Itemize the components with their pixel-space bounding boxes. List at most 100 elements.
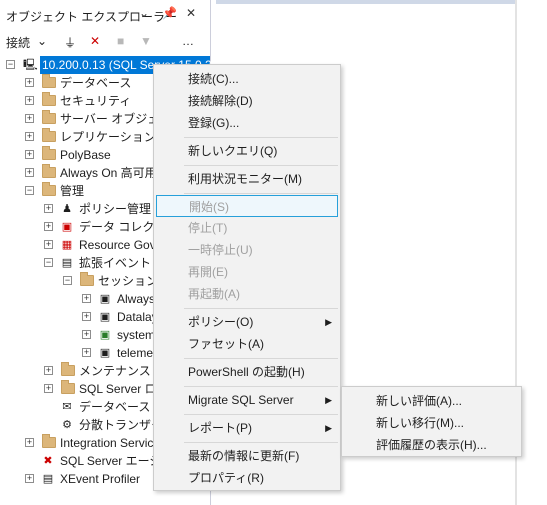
- session-icon: ▣: [99, 293, 111, 305]
- folder-icon: [42, 182, 56, 196]
- menu-item-pause[interactable]: 一時停止(U): [156, 239, 338, 261]
- policy-icon: ♟: [62, 203, 72, 215]
- folder-icon: [42, 110, 56, 124]
- plug-icon[interactable]: ⏚: [64, 34, 76, 51]
- folder-icon: [61, 380, 75, 394]
- more-button[interactable]: …: [182, 34, 194, 48]
- menu-separator: [184, 165, 338, 166]
- menu-item-disconnect[interactable]: 接続解除(D): [156, 90, 338, 112]
- document-area-top: [216, 0, 516, 4]
- server-icon: 🖳: [23, 59, 38, 71]
- menu-item-register[interactable]: 登録(G)...: [156, 112, 338, 134]
- tree-node-label: PolyBase: [60, 148, 111, 162]
- collapse-icon[interactable]: −: [63, 276, 72, 285]
- close-icon[interactable]: ✕: [186, 6, 196, 20]
- menu-item-stop[interactable]: 停止(T): [156, 217, 338, 239]
- menu-separator: [184, 414, 338, 415]
- menu-separator: [184, 193, 338, 194]
- submenu-arrow-icon: ▶: [325, 423, 332, 433]
- expand-icon[interactable]: +: [25, 168, 34, 177]
- expand-icon[interactable]: +: [25, 474, 34, 483]
- expand-icon[interactable]: +: [44, 366, 53, 375]
- expand-icon[interactable]: +: [44, 204, 53, 213]
- database-mail-icon: ✉: [62, 401, 72, 413]
- expand-icon[interactable]: +: [25, 150, 34, 159]
- chevron-down-icon[interactable]: ⌄: [139, 6, 149, 20]
- collapse-icon[interactable]: −: [25, 186, 34, 195]
- menu-item-label: レポート(P): [188, 421, 252, 435]
- folder-icon: [42, 146, 56, 160]
- menu-item-powershell[interactable]: PowerShell の起動(H): [156, 361, 338, 383]
- panel-toolbar: 接続 ⌄ ⏚ ✕ ■ ▼ …: [0, 30, 211, 54]
- folder-icon: [42, 164, 56, 178]
- submenu-item-new-assessment[interactable]: 新しい評価(A)...: [344, 390, 519, 412]
- expand-icon[interactable]: +: [82, 330, 91, 339]
- folder-icon: [61, 362, 75, 376]
- expand-icon[interactable]: +: [82, 312, 91, 321]
- tree-node-label: レプリケーション: [60, 130, 156, 144]
- extended-events-icon: ▤: [61, 257, 73, 269]
- distributed-transaction-icon: ⚙: [62, 419, 72, 431]
- menu-separator: [184, 386, 338, 387]
- submenu-item-assessment-history[interactable]: 評価履歴の表示(H)...: [344, 434, 519, 456]
- menu-item-refresh[interactable]: 最新の情報に更新(F): [156, 445, 338, 467]
- tree-node-label: データベース: [60, 76, 132, 90]
- chevron-down-icon[interactable]: ⌄: [37, 34, 47, 48]
- panel-title: オブジェクト エクスプローラー: [6, 10, 177, 24]
- stop-icon[interactable]: ■: [117, 34, 124, 48]
- xevent-profiler-icon: ▤: [42, 473, 54, 485]
- collapse-icon[interactable]: −: [6, 60, 15, 69]
- menu-item-connect[interactable]: 接続(C)...: [156, 68, 338, 90]
- resource-governor-icon: ▦: [61, 239, 73, 251]
- menu-separator: [184, 358, 338, 359]
- expand-icon[interactable]: +: [25, 438, 34, 447]
- expand-icon[interactable]: +: [25, 132, 34, 141]
- folder-icon: [80, 272, 94, 286]
- expand-icon[interactable]: +: [44, 222, 53, 231]
- expand-icon[interactable]: +: [25, 78, 34, 87]
- menu-item-facets[interactable]: ファセット(A): [156, 333, 338, 355]
- session-icon: ▣: [99, 329, 111, 341]
- data-collection-icon: ▣: [61, 221, 73, 233]
- tree-node-label: セキュリティ: [60, 94, 132, 108]
- agent-icon: ✖: [43, 455, 53, 467]
- menu-item-label: ポリシー(O): [188, 315, 254, 329]
- disconnect-icon[interactable]: ✕: [90, 34, 100, 48]
- folder-icon: [42, 434, 56, 448]
- tree-node-label: 管理: [60, 184, 85, 198]
- migrate-submenu: 新しい評価(A)... 新しい移行(M)... 評価履歴の表示(H)...: [341, 386, 522, 457]
- menu-item-start[interactable]: 開始(S): [156, 195, 338, 217]
- collapse-icon[interactable]: −: [44, 258, 53, 267]
- menu-item-new-query[interactable]: 新しいクエリ(Q): [156, 140, 338, 162]
- expand-icon[interactable]: +: [82, 294, 91, 303]
- submenu-item-new-migration[interactable]: 新しい移行(M)...: [344, 412, 519, 434]
- menu-item-restart[interactable]: 再起動(A): [156, 283, 338, 305]
- expand-icon[interactable]: +: [82, 348, 91, 357]
- menu-item-reports[interactable]: レポート(P) ▶: [156, 417, 338, 439]
- tree-node-label: XEvent Profiler: [60, 472, 141, 486]
- folder-icon: [42, 74, 56, 88]
- menu-item-label: Migrate SQL Server: [188, 393, 294, 407]
- menu-item-activity-monitor[interactable]: 利用状況モニター(M): [156, 168, 338, 190]
- tree-node-label: 拡張イベント: [79, 256, 152, 270]
- filter-icon[interactable]: ▼: [140, 34, 152, 48]
- menu-separator: [184, 308, 338, 309]
- session-icon: ▣: [99, 347, 111, 359]
- menu-item-properties[interactable]: プロパティ(R): [156, 467, 338, 489]
- expand-icon[interactable]: +: [25, 96, 34, 105]
- tree-node-label: ポリシー管理: [79, 202, 152, 216]
- folder-icon: [42, 92, 56, 106]
- session-icon: ▣: [99, 311, 111, 323]
- expand-icon[interactable]: +: [44, 240, 53, 249]
- menu-separator: [184, 442, 338, 443]
- menu-item-migrate-sql-server[interactable]: Migrate SQL Server ▶: [156, 389, 338, 411]
- context-menu: 接続(C)... 接続解除(D) 登録(G)... 新しいクエリ(Q) 利用状況…: [153, 64, 341, 491]
- menu-item-resume[interactable]: 再開(E): [156, 261, 338, 283]
- folder-icon: [42, 128, 56, 142]
- expand-icon[interactable]: +: [25, 114, 34, 123]
- tree-node-label: セッション: [98, 274, 159, 288]
- connect-button[interactable]: 接続: [6, 34, 30, 51]
- expand-icon[interactable]: +: [44, 384, 53, 393]
- menu-item-policies[interactable]: ポリシー(O) ▶: [156, 311, 338, 333]
- pin-icon[interactable]: 📌: [162, 6, 177, 20]
